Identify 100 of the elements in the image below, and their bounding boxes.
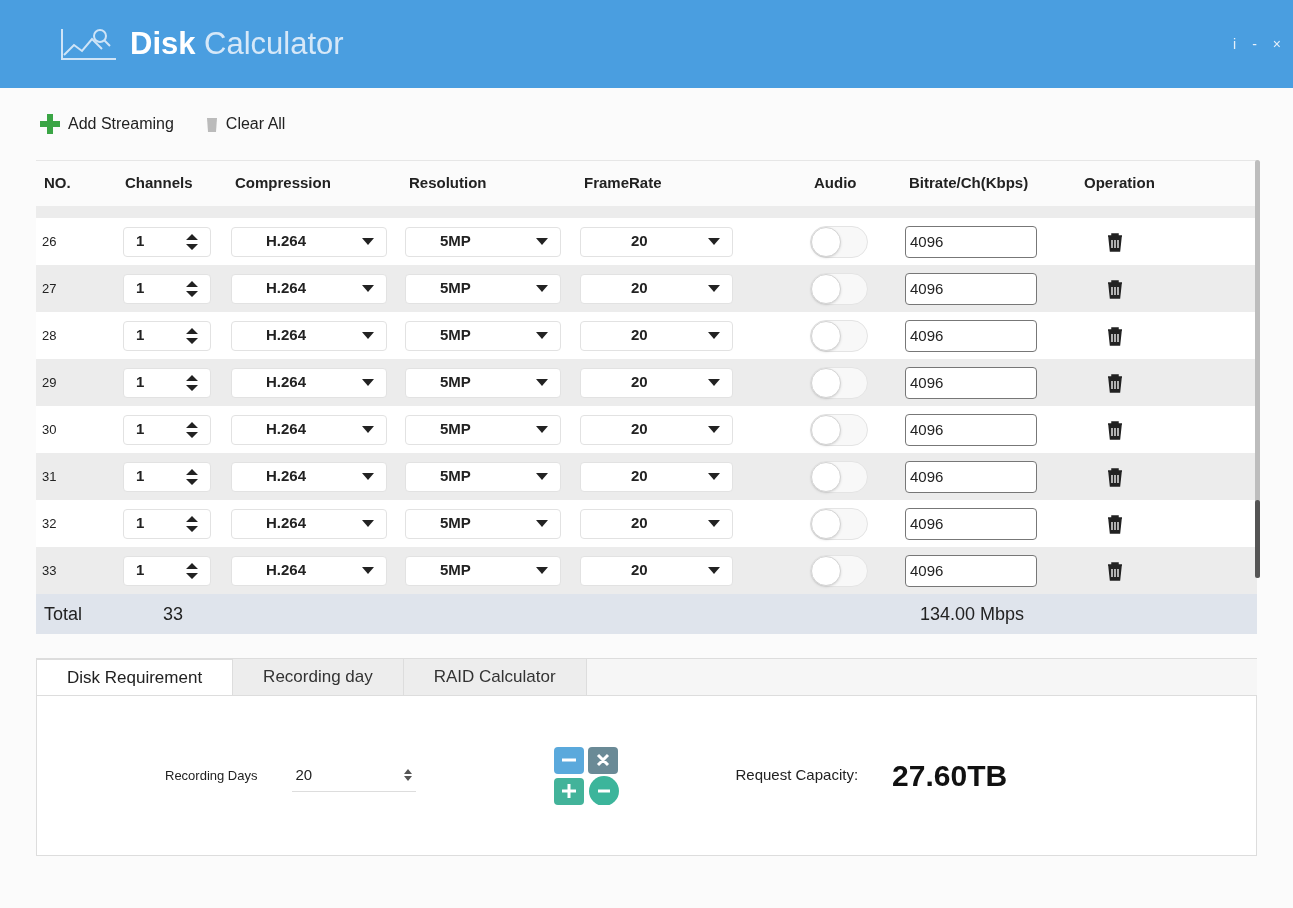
channels-spinner[interactable]: 1 — [123, 320, 211, 351]
column-header: FrameRate — [583, 174, 662, 192]
recording-days-label: Recording Days — [165, 766, 258, 785]
tab[interactable]: Recording day — [233, 659, 404, 695]
trash-icon[interactable] — [1106, 231, 1124, 252]
framerate-dropdown[interactable]: 20 — [580, 461, 733, 492]
toolbar-button[interactable]: Clear All — [205, 112, 286, 136]
trash-icon[interactable] — [1106, 325, 1124, 346]
resolution-dropdown[interactable]: 5MP — [405, 320, 561, 351]
spinner-arrows-icon — [186, 374, 198, 391]
resolution-dropdown[interactable]: 5MP — [405, 508, 561, 539]
caret-icon — [362, 285, 374, 292]
caret-icon — [708, 520, 720, 527]
compression-dropdown[interactable]: H.264 — [231, 414, 387, 445]
trash-icon[interactable] — [1106, 560, 1124, 581]
trash-icon[interactable] — [1106, 419, 1124, 440]
toolbar-button[interactable]: Add Streaming — [40, 112, 174, 136]
framerate-dropdown[interactable]: 20 — [580, 320, 733, 351]
caret-icon — [708, 238, 720, 245]
audio-toggle[interactable] — [810, 319, 868, 352]
chart-logo-icon — [60, 27, 118, 61]
spinner-arrows-icon — [186, 327, 198, 344]
compression-dropdown[interactable]: H.264 — [231, 555, 387, 586]
column-header: Bitrate/Ch(Kbps) — [908, 174, 1029, 192]
caret-icon — [708, 473, 720, 480]
trash-icon[interactable] — [1106, 513, 1124, 534]
framerate-dropdown[interactable]: 20 — [580, 508, 733, 539]
audio-toggle[interactable] — [810, 413, 868, 446]
bitrate-field[interactable]: 4096 — [905, 507, 1037, 540]
spinner-arrows-icon — [186, 421, 198, 438]
spinner-arrows-icon — [186, 280, 198, 297]
caret-icon — [708, 567, 720, 574]
caret-icon — [362, 238, 374, 245]
row-number: 27 — [42, 281, 57, 297]
compression-dropdown[interactable]: H.264 — [231, 461, 387, 492]
trash-icon[interactable] — [1106, 372, 1124, 393]
compression-dropdown[interactable]: H.264 — [231, 320, 387, 351]
column-header: Operation — [1083, 174, 1155, 192]
channels-spinner[interactable]: 1 — [123, 273, 211, 304]
total-count: 33 — [163, 602, 185, 626]
resolution-dropdown[interactable]: 5MP — [405, 461, 561, 492]
total-label: Total — [43, 602, 84, 626]
resolution-dropdown[interactable]: 5MP — [405, 367, 561, 398]
row-number: 30 — [42, 422, 57, 438]
framerate-dropdown[interactable]: 20 — [580, 226, 733, 257]
app-title: Disk Calculator — [130, 24, 344, 63]
audio-toggle[interactable] — [810, 225, 868, 258]
caret-icon — [536, 238, 548, 245]
plus-icon — [40, 114, 60, 134]
resolution-dropdown[interactable]: 5MP — [405, 226, 561, 257]
column-header: Compression — [234, 174, 331, 192]
trash-icon — [205, 116, 218, 132]
framerate-dropdown[interactable]: 20 — [580, 414, 733, 445]
audio-toggle[interactable] — [810, 507, 868, 540]
tab[interactable]: RAID Calculator — [403, 659, 587, 695]
column-header: NO. — [44, 174, 71, 192]
caret-icon — [536, 473, 548, 480]
row-number: 32 — [42, 516, 57, 532]
framerate-dropdown[interactable]: 20 — [580, 273, 733, 304]
caret-icon — [536, 285, 548, 292]
framerate-dropdown[interactable]: 20 — [580, 555, 733, 586]
spinner-arrows-icon — [186, 562, 198, 579]
spinner-arrows-icon — [403, 769, 412, 781]
caret-icon — [708, 426, 720, 433]
audio-toggle[interactable] — [810, 554, 868, 587]
total-bitrate: 134.00 Mbps — [920, 602, 1025, 626]
caret-icon — [362, 567, 374, 574]
caret-icon — [536, 332, 548, 339]
audio-toggle[interactable] — [810, 366, 868, 399]
channels-spinner[interactable]: 1 — [123, 414, 211, 445]
compression-dropdown[interactable]: H.264 — [231, 273, 387, 304]
compression-dropdown[interactable]: H.264 — [231, 367, 387, 398]
framerate-dropdown[interactable]: 20 — [580, 367, 733, 398]
recording-days-spinner[interactable]: 20 — [291, 759, 416, 792]
trash-icon[interactable] — [1106, 466, 1124, 487]
resolution-dropdown[interactable]: 5MP — [405, 273, 561, 304]
bitrate-field[interactable]: 4096 — [905, 366, 1037, 399]
audio-toggle[interactable] — [810, 272, 868, 305]
channels-spinner[interactable]: 1 — [123, 555, 211, 586]
row-number: 33 — [42, 563, 57, 579]
channels-spinner[interactable]: 1 — [123, 461, 211, 492]
spinner-arrows-icon — [186, 468, 198, 485]
bitrate-field[interactable]: 4096 — [905, 319, 1037, 352]
compression-dropdown[interactable]: H.264 — [231, 508, 387, 539]
bitrate-field[interactable]: 4096 — [905, 413, 1037, 446]
channels-spinner[interactable]: 1 — [123, 226, 211, 257]
compression-dropdown[interactable]: H.264 — [231, 226, 387, 257]
audio-toggle[interactable] — [810, 460, 868, 493]
resolution-dropdown[interactable]: 5MP — [405, 555, 561, 586]
bitrate-field[interactable]: 4096 — [905, 272, 1037, 305]
channels-spinner[interactable]: 1 — [123, 367, 211, 398]
request-capacity-value: 27.60TB — [892, 758, 1008, 794]
trash-icon[interactable] — [1106, 278, 1124, 299]
channels-spinner[interactable]: 1 — [123, 508, 211, 539]
scrollbar[interactable] — [1255, 160, 1260, 578]
bitrate-field[interactable]: 4096 — [905, 225, 1037, 258]
bitrate-field[interactable]: 4096 — [905, 554, 1037, 587]
tab[interactable]: Disk Requirement — [36, 659, 234, 695]
bitrate-field[interactable]: 4096 — [905, 460, 1037, 493]
resolution-dropdown[interactable]: 5MP — [405, 414, 561, 445]
